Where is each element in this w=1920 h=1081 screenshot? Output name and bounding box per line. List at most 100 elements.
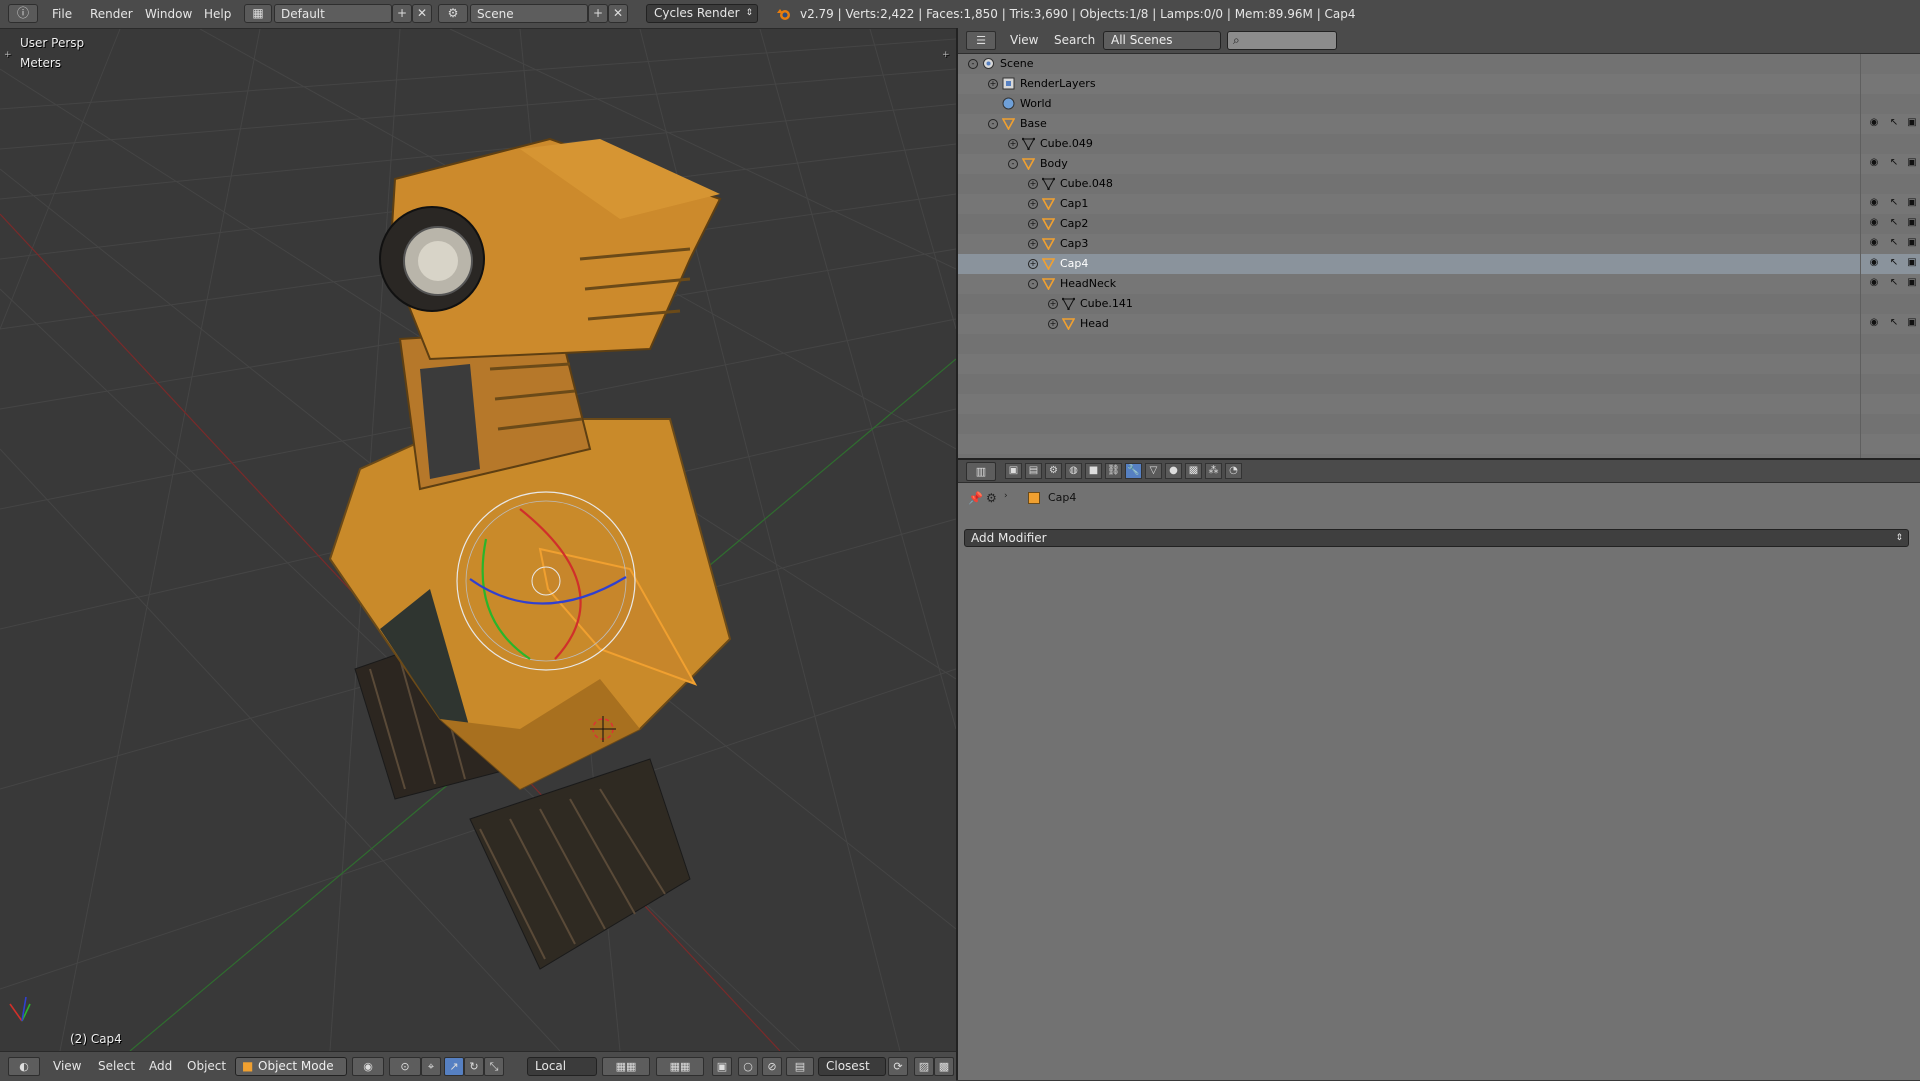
- cursor-select-icon[interactable]: ↖: [1888, 257, 1900, 269]
- add-scene-button[interactable]: +: [588, 4, 608, 23]
- outliner-menu-search[interactable]: Search: [1054, 28, 1095, 53]
- opengl-anim-icon[interactable]: ▩: [934, 1057, 954, 1076]
- cursor-select-icon[interactable]: ↖: [1888, 237, 1900, 249]
- 3d-viewport[interactable]: User Persp Meters (2) Cap4 + +: [0, 29, 956, 1051]
- outliner-item-cap2[interactable]: + Cap2 ◉ ↖ ▣: [958, 214, 1920, 234]
- collapse-icon[interactable]: -: [968, 59, 978, 69]
- menu-add[interactable]: Add: [149, 1052, 172, 1081]
- scene-icon[interactable]: ⚙: [438, 4, 468, 23]
- tab-data[interactable]: ▽: [1145, 463, 1162, 479]
- tab-physics[interactable]: ◔: [1225, 463, 1242, 479]
- camera-render-icon[interactable]: ▣: [1906, 157, 1918, 169]
- collapse-icon[interactable]: -: [1008, 159, 1018, 169]
- snap-element-icon[interactable]: ▤: [786, 1057, 814, 1076]
- robot-model[interactable]: [328, 137, 732, 970]
- tab-scene[interactable]: ⚙: [1045, 463, 1062, 479]
- outliner-item-cap1[interactable]: + Cap1 ◉ ↖ ▣: [958, 194, 1920, 214]
- outliner-item-cube-049[interactable]: + Cube.049: [958, 134, 1920, 154]
- outliner-item-cube-141[interactable]: + Cube.141: [958, 294, 1920, 314]
- tab-object[interactable]: ■: [1085, 463, 1102, 479]
- menu-help[interactable]: Help: [204, 0, 231, 28]
- menu-window[interactable]: Window: [145, 0, 192, 28]
- expand-icon[interactable]: +: [988, 79, 998, 89]
- pivot-point-icon[interactable]: ⊙: [389, 1057, 421, 1076]
- eye-icon[interactable]: ◉: [1868, 277, 1880, 289]
- outliner-item-cap3[interactable]: + Cap3 ◉ ↖ ▣: [958, 234, 1920, 254]
- pin-icon[interactable]: 📌: [968, 491, 983, 505]
- expand-icon[interactable]: +: [1008, 139, 1018, 149]
- lock-layers-icon[interactable]: ▣: [712, 1057, 732, 1076]
- translate-manipulator-icon[interactable]: ↗: [444, 1057, 464, 1076]
- camera-render-icon[interactable]: ▣: [1906, 117, 1918, 129]
- eye-icon[interactable]: ◉: [1868, 217, 1880, 229]
- editor-type-properties-icon[interactable]: ▥: [966, 462, 996, 481]
- menu-render[interactable]: Render: [90, 0, 133, 28]
- eye-icon[interactable]: ◉: [1868, 157, 1880, 169]
- layers-block-2[interactable]: ▦▦: [656, 1057, 704, 1076]
- eye-icon[interactable]: ◉: [1868, 257, 1880, 269]
- menu-file[interactable]: File: [52, 0, 72, 28]
- menu-select[interactable]: Select: [98, 1052, 135, 1081]
- add-layout-button[interactable]: +: [392, 4, 412, 23]
- opengl-render-icon[interactable]: ▨: [914, 1057, 934, 1076]
- collapse-icon[interactable]: -: [1028, 279, 1038, 289]
- layers-block-1[interactable]: ▦▦: [602, 1057, 650, 1076]
- screen-layout-icon[interactable]: ▦: [244, 4, 272, 23]
- cursor-select-icon[interactable]: ↖: [1888, 197, 1900, 209]
- outliner-item-cube-048[interactable]: + Cube.048: [958, 174, 1920, 194]
- cursor-select-icon[interactable]: ↖: [1888, 117, 1900, 129]
- cursor-select-icon[interactable]: ↖: [1888, 317, 1900, 329]
- delete-layout-button[interactable]: ✕: [412, 4, 432, 23]
- editor-type-3d-icon[interactable]: ◐: [8, 1057, 40, 1076]
- properties-toggle-icon[interactable]: +: [942, 50, 950, 60]
- tab-texture[interactable]: ▩: [1185, 463, 1202, 479]
- manipulator-toggle-icon[interactable]: ⌖: [421, 1057, 441, 1076]
- outliner-tree[interactable]: - Scene + RenderLayers World - Base ◉ ↖ ▣ + Cube.04…: [958, 54, 1920, 458]
- eye-icon[interactable]: ◉: [1868, 197, 1880, 209]
- tab-world[interactable]: ◍: [1065, 463, 1082, 479]
- scale-manipulator-icon[interactable]: ⤡: [484, 1057, 504, 1076]
- tab-material[interactable]: ●: [1165, 463, 1182, 479]
- mode-dropdown[interactable]: ■ Object Mode: [235, 1057, 347, 1076]
- add-modifier-dropdown[interactable]: Add Modifier ⇕: [964, 529, 1909, 547]
- expand-icon[interactable]: +: [1028, 239, 1038, 249]
- viewport-shading-icon[interactable]: ◉: [352, 1057, 384, 1076]
- expand-icon[interactable]: +: [1028, 219, 1038, 229]
- tab-render[interactable]: ▣: [1005, 463, 1022, 479]
- transform-orientation-dropdown[interactable]: Local: [527, 1057, 597, 1076]
- outliner-item-headneck[interactable]: - HeadNeck ◉ ↖ ▣: [958, 274, 1920, 294]
- outliner-search-input[interactable]: ⌕: [1227, 31, 1337, 50]
- cursor-select-icon[interactable]: ↖: [1888, 277, 1900, 289]
- expand-icon[interactable]: +: [1048, 299, 1058, 309]
- outliner-item-base[interactable]: - Base ◉ ↖ ▣: [958, 114, 1920, 134]
- expand-icon[interactable]: +: [1028, 199, 1038, 209]
- outliner-item-head[interactable]: + Head ◉ ↖ ▣: [958, 314, 1920, 334]
- tab-constraints[interactable]: ⛓: [1105, 463, 1122, 479]
- expand-icon[interactable]: +: [1048, 319, 1058, 329]
- cursor-select-icon[interactable]: ↖: [1888, 217, 1900, 229]
- camera-render-icon[interactable]: ▣: [1906, 197, 1918, 209]
- tab-modifiers[interactable]: 🔧: [1125, 463, 1142, 479]
- scene-field[interactable]: Scene: [470, 4, 588, 23]
- cursor-select-icon[interactable]: ↖: [1888, 157, 1900, 169]
- camera-render-icon[interactable]: ▣: [1906, 257, 1918, 269]
- menu-object[interactable]: Object: [187, 1052, 226, 1081]
- camera-render-icon[interactable]: ▣: [1906, 237, 1918, 249]
- snap-rotation-icon[interactable]: ⟳: [888, 1057, 908, 1076]
- delete-scene-button[interactable]: ✕: [608, 4, 628, 23]
- outliner-item-scene[interactable]: - Scene: [958, 54, 1920, 74]
- camera-render-icon[interactable]: ▣: [1906, 277, 1918, 289]
- outliner-item-renderlayers[interactable]: + RenderLayers: [958, 74, 1920, 94]
- editor-type-outliner-icon[interactable]: ☰: [966, 31, 996, 50]
- rotate-manipulator-icon[interactable]: ↻: [464, 1057, 484, 1076]
- eye-icon[interactable]: ◉: [1868, 237, 1880, 249]
- render-engine-dropdown[interactable]: Cycles Render ⇕: [646, 4, 758, 23]
- expand-icon[interactable]: +: [1028, 259, 1038, 269]
- toolshelf-toggle-icon[interactable]: +: [4, 50, 12, 60]
- proportional-edit-icon[interactable]: ○: [738, 1057, 758, 1076]
- eye-icon[interactable]: ◉: [1868, 117, 1880, 129]
- tab-particles[interactable]: ⁂: [1205, 463, 1222, 479]
- snap-target-dropdown[interactable]: Closest: [818, 1057, 886, 1076]
- camera-render-icon[interactable]: ▣: [1906, 317, 1918, 329]
- camera-render-icon[interactable]: ▣: [1906, 217, 1918, 229]
